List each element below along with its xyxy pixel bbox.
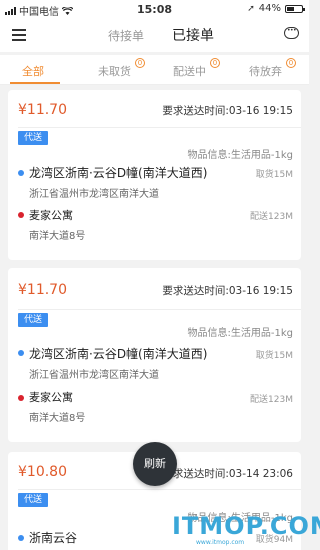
- destination-address: 南洋大道8号: [29, 413, 86, 424]
- message-icon[interactable]: •••: [284, 27, 299, 39]
- location-arrow-icon: ➚: [247, 3, 255, 14]
- nav-tab-pending[interactable]: 待接单: [108, 27, 144, 44]
- status-right: ➚ 44%: [247, 3, 305, 14]
- pickup-name: 龙湾区浙南·云谷D幢(南洋大道西): [29, 166, 208, 180]
- filter-tabs: 全部 未取货 0 配送中 0 待放弃 0: [0, 55, 309, 85]
- pickup-dot-icon: [18, 350, 24, 356]
- menu-icon[interactable]: [12, 29, 26, 41]
- pickup-name: 浙南云谷: [29, 531, 78, 545]
- filter-tab-label: 未取货: [98, 65, 131, 78]
- destination-name: 麦家公寓: [29, 209, 73, 222]
- destination-address: 南洋大道8号: [29, 231, 86, 242]
- filter-tab-delivering[interactable]: 配送中 0: [173, 58, 220, 79]
- pickup-dot-icon: [18, 535, 24, 541]
- pickup-address: 浙江省温州市龙湾区南洋大道: [29, 189, 159, 200]
- status-bar: 中国电信 15:08 ➚ 44%: [0, 0, 309, 18]
- top-nav: 待接单 已接单 •••: [0, 18, 309, 52]
- filter-tab-all[interactable]: 全部: [22, 63, 44, 79]
- order-price: ¥11.70: [18, 282, 67, 298]
- card-divider: [18, 489, 301, 490]
- order-card[interactable]: ¥11.70 要求送达时间:03-16 19:15 代送 物品信息:生活用品-1…: [8, 90, 301, 260]
- filter-tab-label: 全部: [22, 65, 44, 78]
- destination-name: 麦家公寓: [29, 391, 73, 404]
- filter-tab-not-picked[interactable]: 未取货 0: [98, 58, 145, 79]
- count-badge: 0: [135, 58, 145, 68]
- refresh-button[interactable]: 刷新: [133, 442, 177, 486]
- pickup-distance: 取货15M: [255, 351, 293, 361]
- count-badge: 0: [286, 58, 296, 68]
- filter-tab-to-abandon[interactable]: 待放弃 0: [249, 58, 296, 79]
- required-delivery-time: 要求送达时间:03-14 23:06: [162, 468, 293, 480]
- watermark-url: www.itmop.com: [196, 539, 245, 546]
- battery-percent: 44%: [258, 3, 281, 14]
- goods-info: 物品信息:生活用品-1kg: [187, 328, 293, 339]
- destination-dot-icon: [18, 212, 24, 218]
- count-badge: 0: [210, 58, 220, 68]
- pickup-distance: 取货15M: [255, 170, 293, 180]
- order-type-tag: 代送: [18, 131, 49, 145]
- nav-tab-accepted[interactable]: 已接单: [172, 25, 214, 45]
- order-type-tag: 代送: [18, 313, 49, 327]
- card-divider: [18, 309, 301, 310]
- pickup-dot-icon: [18, 170, 24, 176]
- battery-icon: [285, 4, 305, 13]
- required-delivery-time: 要求送达时间:03-16 19:15: [162, 105, 293, 117]
- goods-info: 物品信息:生活用品-1kg: [187, 150, 293, 161]
- order-card[interactable]: ¥11.70 要求送达时间:03-16 19:15 代送 物品信息:生活用品-1…: [8, 268, 301, 442]
- pickup-address: 浙江省温州市龙湾区南洋大道: [29, 370, 159, 381]
- pickup-name: 龙湾区浙南·云谷D幢(南洋大道西): [29, 347, 208, 361]
- order-price: ¥11.70: [18, 102, 67, 118]
- filter-tab-label: 待放弃: [249, 65, 282, 78]
- active-tab-indicator: [10, 82, 60, 84]
- destination-dot-icon: [18, 395, 24, 401]
- filter-tab-label: 配送中: [173, 65, 206, 78]
- order-price: ¥10.80: [18, 464, 67, 480]
- delivery-distance: 配送123M: [250, 395, 293, 405]
- delivery-distance: 配送123M: [250, 212, 293, 222]
- required-delivery-time: 要求送达时间:03-16 19:15: [162, 285, 293, 297]
- watermark-logo: ITMOP.COM: [172, 512, 320, 540]
- order-type-tag: 代送: [18, 493, 49, 507]
- card-divider: [18, 127, 301, 128]
